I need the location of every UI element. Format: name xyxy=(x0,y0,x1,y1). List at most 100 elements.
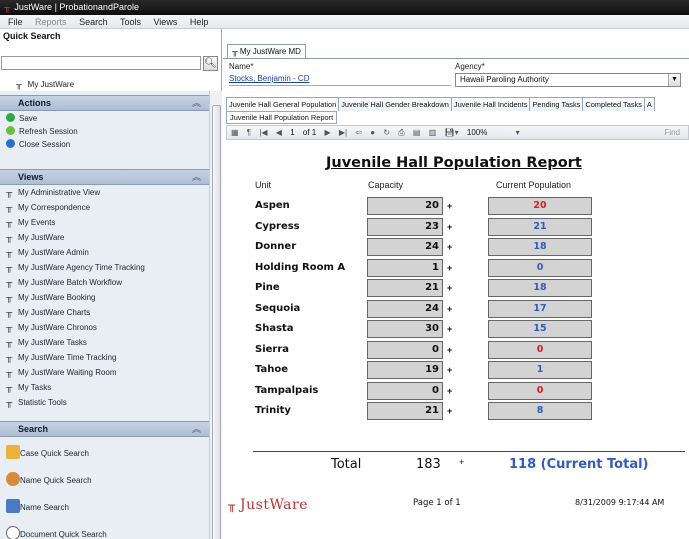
view-item[interactable]: ╥ My JustWare Agency Time Tracking xyxy=(6,262,145,272)
parameters-icon[interactable]: ▦ xyxy=(231,128,239,137)
back-icon[interactable]: ⇦ xyxy=(355,128,362,137)
unit-name: Tampalpais xyxy=(255,385,319,396)
app-logo-icon: ╥ xyxy=(4,2,11,12)
tab-gender-breakdown[interactable]: Juvenile Hall Gender Breakdown xyxy=(338,97,452,111)
chevron-up-icon[interactable]: ︽ xyxy=(192,170,201,185)
tab-incidents[interactable]: Juvenile Hall Incidents xyxy=(450,97,531,111)
export-icon[interactable]: 💾︎▾ xyxy=(445,128,459,137)
document-quick-search[interactable]: Document Quick Search xyxy=(6,526,107,539)
last-page-icon[interactable]: ▶| xyxy=(339,128,347,137)
menu-reports[interactable]: Reports xyxy=(35,17,67,27)
plus-sign: + xyxy=(447,263,453,273)
window-title: JustWare | ProbationandParole xyxy=(14,2,139,12)
justware-icon: ╥ xyxy=(6,187,13,197)
tab-overflow[interactable]: A xyxy=(643,97,655,111)
unit-name: Shasta xyxy=(255,323,294,334)
view-item[interactable]: ╥ My JustWare Charts xyxy=(6,307,90,317)
print-layout-icon[interactable]: ▤ xyxy=(413,128,421,137)
view-item[interactable]: ╥ My JustWare xyxy=(6,232,64,242)
main-panel: ╥ My JustWare MD Name* Stocks, Benjamin … xyxy=(223,29,689,539)
unit-name: Sierra xyxy=(255,344,290,355)
tab-pending-tasks[interactable]: Pending Tasks xyxy=(529,97,584,111)
chevron-down-icon[interactable]: ▼ xyxy=(668,74,680,86)
plus-sign: + xyxy=(447,283,453,293)
case-quick-search[interactable]: Case Quick Search xyxy=(6,445,89,459)
tab-completed-tasks[interactable]: Completed Tasks xyxy=(582,97,645,111)
my-justware-link[interactable]: ╥ My JustWare xyxy=(16,80,74,89)
justware-icon: ╥ xyxy=(6,292,13,302)
plus-sign: + xyxy=(447,222,453,232)
view-item[interactable]: ╥ My JustWare Time Tracking xyxy=(6,352,116,362)
total-plus: + xyxy=(459,457,465,467)
plus-sign: + xyxy=(447,201,453,211)
refresh-icon[interactable]: ↻ xyxy=(383,128,390,137)
quick-search-input[interactable] xyxy=(1,56,201,70)
view-item[interactable]: ╥ My Correspondence xyxy=(6,202,90,212)
view-item[interactable]: ╥ My JustWare Tasks xyxy=(6,337,87,347)
search-icon[interactable]: 🔍︎ xyxy=(203,56,218,71)
save-icon xyxy=(6,113,15,122)
find-input[interactable]: Find xyxy=(664,126,680,139)
total-label: Total xyxy=(331,457,362,472)
scrollbar-thumb[interactable] xyxy=(212,105,221,539)
prev-page-icon[interactable]: ◀ xyxy=(276,128,282,137)
actions-header[interactable]: Actions ︽ xyxy=(0,95,209,111)
close-icon xyxy=(6,139,15,148)
tab-my-justware-md[interactable]: ╥ My JustWare MD xyxy=(227,44,306,58)
view-item[interactable]: ╥ My JustWare Admin xyxy=(6,247,89,257)
view-item[interactable]: ╥ My JustWare Waiting Room xyxy=(6,367,117,377)
first-page-icon[interactable]: |◀ xyxy=(259,128,267,137)
print-icon[interactable]: ⎙ xyxy=(398,128,404,137)
menu-views[interactable]: Views xyxy=(153,17,177,27)
view-item[interactable]: ╥ My JustWare Chronos xyxy=(6,322,97,332)
search-header[interactable]: Search ︽ xyxy=(0,421,209,437)
name-quick-search[interactable]: Name Quick Search xyxy=(6,472,92,486)
plus-sign: + xyxy=(447,242,453,252)
view-item[interactable]: ╥ My JustWare Batch Workflow xyxy=(6,277,122,287)
zoom-select[interactable]: 100% xyxy=(467,128,487,137)
next-page-icon[interactable]: ▶ xyxy=(324,128,330,137)
chevron-up-icon[interactable]: ︽ xyxy=(192,422,201,437)
view-item[interactable]: ╥ My Events xyxy=(6,217,55,227)
view-item[interactable]: ╥ Statistic Tools xyxy=(6,397,67,407)
action-refresh-session[interactable]: Refresh Session xyxy=(6,126,78,136)
tab-general-population[interactable]: Juvenile Hall General Population xyxy=(226,97,340,111)
tab-population-report[interactable]: Juvenile Hall Population Report xyxy=(226,111,338,124)
page-footer: Page 1 of 1 xyxy=(413,498,461,508)
menu-search[interactable]: Search xyxy=(79,17,108,27)
view-item[interactable]: ╥ My Administrative View xyxy=(6,187,100,197)
action-close-session[interactable]: Close Session xyxy=(6,139,70,149)
menu-help[interactable]: Help xyxy=(190,17,209,27)
population-cell: 0 xyxy=(488,259,592,277)
plus-sign: + xyxy=(447,406,453,416)
agency-label: Agency* xyxy=(455,62,485,71)
document-map-icon[interactable]: ¶ xyxy=(247,128,251,137)
menu-tools[interactable]: Tools xyxy=(120,17,141,27)
stop-icon[interactable]: ● xyxy=(370,128,375,137)
capacity-cell: 24 xyxy=(367,238,443,256)
page-input[interactable]: 1 xyxy=(290,128,294,137)
document-search-icon xyxy=(6,526,20,539)
agency-select[interactable]: Hawaii Paroling Authority ▼ xyxy=(455,73,681,87)
name-search[interactable]: Name Search xyxy=(6,499,69,513)
justware-icon: ╥ xyxy=(6,217,13,227)
chevron-down-icon[interactable]: ▾ xyxy=(516,128,520,137)
menu-file[interactable]: File xyxy=(8,17,23,27)
person-icon xyxy=(6,472,20,486)
report-title: Juvenile Hall Population Report xyxy=(326,155,582,171)
chevron-up-icon[interactable]: ︽ xyxy=(192,96,201,111)
views-header[interactable]: Views ︽ xyxy=(0,169,209,185)
sidebar-scrollbar[interactable] xyxy=(209,91,222,539)
action-save[interactable]: Save xyxy=(6,113,37,123)
column-header-population: Current Population xyxy=(496,180,572,190)
view-item[interactable]: ╥ My JustWare Booking xyxy=(6,292,96,302)
unit-name: Donner xyxy=(255,241,297,252)
population-cell: 8 xyxy=(488,402,592,420)
view-item[interactable]: ╥ My Tasks xyxy=(6,382,51,392)
page-setup-icon[interactable]: ▥ xyxy=(429,128,437,137)
population-cell: 0 xyxy=(488,341,592,359)
name-link[interactable]: Stocks, Benjamin - CD xyxy=(229,74,309,83)
window-title-bar: ╥ JustWare | ProbationandParole xyxy=(0,0,689,15)
population-cell: 18 xyxy=(488,238,592,256)
report-toolbar: ▦ ¶ |◀ ◀ 1 of 1 ▶ ▶| ⇦ ● ↻ ⎙ ▤ ▥ 💾︎▾ 100… xyxy=(226,125,689,140)
